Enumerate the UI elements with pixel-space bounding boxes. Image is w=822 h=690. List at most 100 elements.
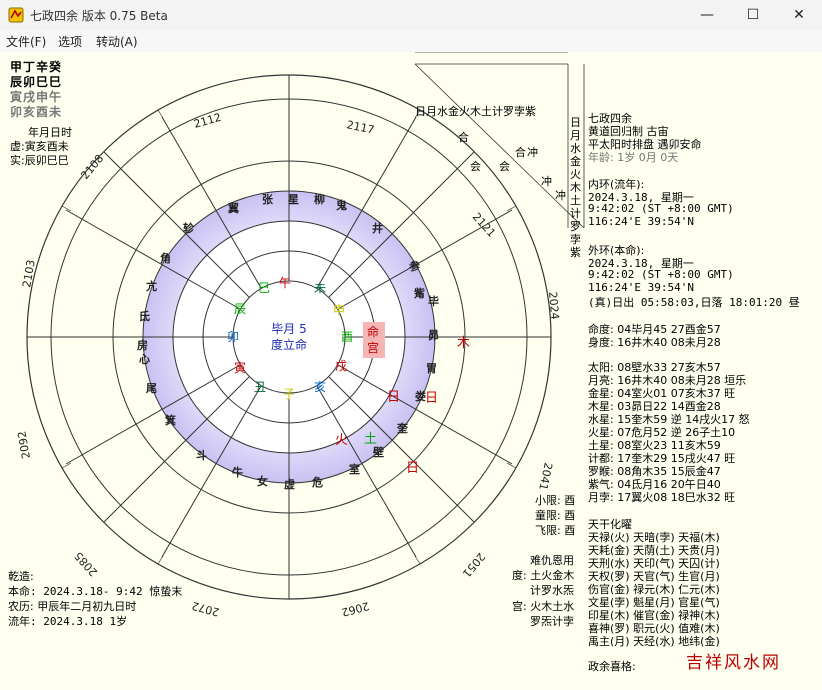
branch-chou: 丑 [254,380,266,394]
branch-yin: 寅 [234,360,246,375]
svg-text:2051: 2051 [460,550,488,580]
minimize-button[interactable]: — [684,0,730,30]
mansion-bi: 毕 [428,294,439,308]
relations-header: 日月水金火木土计罗孛紫 [415,105,536,118]
branch-wei: 未 [314,281,326,295]
center-title: 毕月 5 [271,322,306,336]
branch-you: 酉 [341,330,353,344]
ring-7 [232,280,346,394]
lunar-info: 农历: 甲辰年二月初九日时 [8,600,137,613]
mansion-bi2: 壁 [373,445,384,459]
planet-earth: 土 [364,432,377,447]
svg-text:2112: 2112 [192,111,222,131]
planet-sun-outer: 日 [425,391,438,406]
mansion-xin: 心 [139,353,150,366]
mansion-zhen: 轸 [183,221,195,235]
mansion-gui: 鬼 [336,198,347,212]
mansion-yi: 翼 [227,202,239,215]
planet-mars: 木 [457,336,470,351]
mansion-fang: 房 [137,338,148,352]
menu-file[interactable]: 文件(F) [6,33,46,50]
inner-ring-time: 9:42:02 (ST +8:00 GMT) [588,202,734,215]
center-subtitle: 度立命 [271,337,307,352]
svg-text:2062: 2062 [340,599,370,619]
mansion-wei2: 危 [311,475,323,489]
chart-area: 甲丁辛癸 辰卯巳巳 寅戌申午 卯亥酉未 年月日时 虚:寅亥酉未 实:辰卯巳巳 毕… [0,52,822,673]
branch-zi: 子 [283,387,295,401]
planet-fire: 火 [335,433,348,448]
relation-mark-7: 冲 [555,189,566,202]
mansion-jing: 井 [372,221,383,235]
title-bar: 七政四余 版本 0.75 Beta — ☐ ✕ [0,0,822,30]
birth-info: 本命: 2024.3.18- 9:42 惊蛰末 [8,585,183,598]
inner-ring-loc: 116:24'E 39:54'N [588,215,694,228]
branch-wu: 午 [279,276,291,290]
menu-options[interactable]: 选项 [58,33,82,50]
planet-sun: 日 [387,390,400,405]
relation-mark-4: 会 [470,160,481,173]
outer-ring-loc: 116:24'E 39:54'N [588,281,694,294]
maximize-button[interactable]: ☐ [730,0,776,30]
branch-si: 巳 [258,281,270,295]
relations-side: 日月水金火木土计罗孛紫 [570,116,581,259]
menu-rotate[interactable]: 转动(A) [96,33,138,50]
svg-text:2103: 2103 [20,259,38,289]
mansion-jiao: 角 [160,251,171,265]
position-yuebei: 月孛: 17翼火08 18巳水32 旺 [588,491,736,504]
mansion-liu: 柳 [314,192,325,206]
mansion-nv: 女 [257,474,268,488]
app-window: 七政四余 版本 0.75 Beta — ☐ ✕ 文件(F) 选项 转动(A) 甲… [0,0,822,673]
info-panel: 七政四余 黄道回归制 古宙 平太阳时排盘 遇卯安命 年龄: 1岁 0月 0天 内… [588,110,818,690]
tongxian: 童限: 酉 [535,509,576,522]
branch-hai: 亥 [314,380,326,394]
svg-text:2117: 2117 [345,118,375,137]
relation-mark-6: 冲 [541,175,552,188]
watermark: 吉祥风水网 [686,653,781,673]
svg-text:2041: 2041 [536,461,555,491]
window-title: 七政四余 版本 0.75 Beta [30,9,168,23]
svg-text:2108: 2108 [78,152,106,182]
mansion-kang: 亢 [146,279,157,293]
feixian: 飞限: 酉 [535,524,576,537]
position-body: 身度: 16井木40 08未月28 [588,336,721,349]
relation-mark-3: 冲 [527,146,538,159]
outer-ring-time: 9:42:02 (ST +8:00 GMT) [588,268,734,281]
relation-mark-5: 会 [499,160,510,173]
mansion-dou: 斗 [196,449,207,462]
mansion-wei: 胃 [426,362,437,375]
xiaoxian: 小限: 酉 [535,494,576,507]
planet-sun-2: 日 [406,461,419,476]
nan-chou-en-yong: 难仇恩用 [530,554,574,567]
mansion-niu: 牛 [232,465,243,479]
palace-line-2: 罗炁计孛 [530,615,574,628]
close-button[interactable]: ✕ [776,0,822,30]
branch-chen: 辰 [234,302,246,316]
life-palace-gong: 宫 [367,340,379,355]
relation-mark-1: 合 [458,131,469,144]
degree-line-2: 计罗水炁 [530,584,574,597]
mansion-xu: 虚 [284,477,295,491]
relations-table: 日月水金火木土计罗孛紫 合 合 冲 会 会 冲 冲 日月水金火木土计罗孛紫 [415,104,585,279]
svg-text:2092: 2092 [15,430,33,460]
svg-text:2072: 2072 [190,599,220,619]
palace-line: 宫: 火木土水 [512,600,575,613]
life-palace-ming: 命 [367,324,379,339]
mansion-shi: 室 [349,462,360,476]
relation-mark-2: 合 [515,146,526,159]
qianzao-label: 乾造: [8,570,34,583]
svg-text:2085: 2085 [72,549,100,579]
mansion-ji: 箕 [164,413,176,427]
flow-year-info: 流年: 2024.3.18 1岁 [8,615,128,628]
degree-line: 度: 土火金木 [512,569,575,582]
mansion-wei3: 尾 [145,382,157,395]
branch-mao: 卯 [227,330,239,344]
gods-line-9: 禹主(月) 天经(水) 地纬(金) [588,635,720,648]
menu-bar: 文件(F) 选项 转动(A) [0,30,822,53]
mansion-mao: 昴 [428,329,439,342]
mansion-zi: 觜 [414,286,425,300]
branch-xu: 戌 [335,359,347,373]
mansion-kui: 奎 [396,421,409,435]
mansion-zhang: 张 [262,192,274,206]
mansion-di: 氐 [139,309,150,323]
svg-text:2024: 2024 [546,291,561,320]
